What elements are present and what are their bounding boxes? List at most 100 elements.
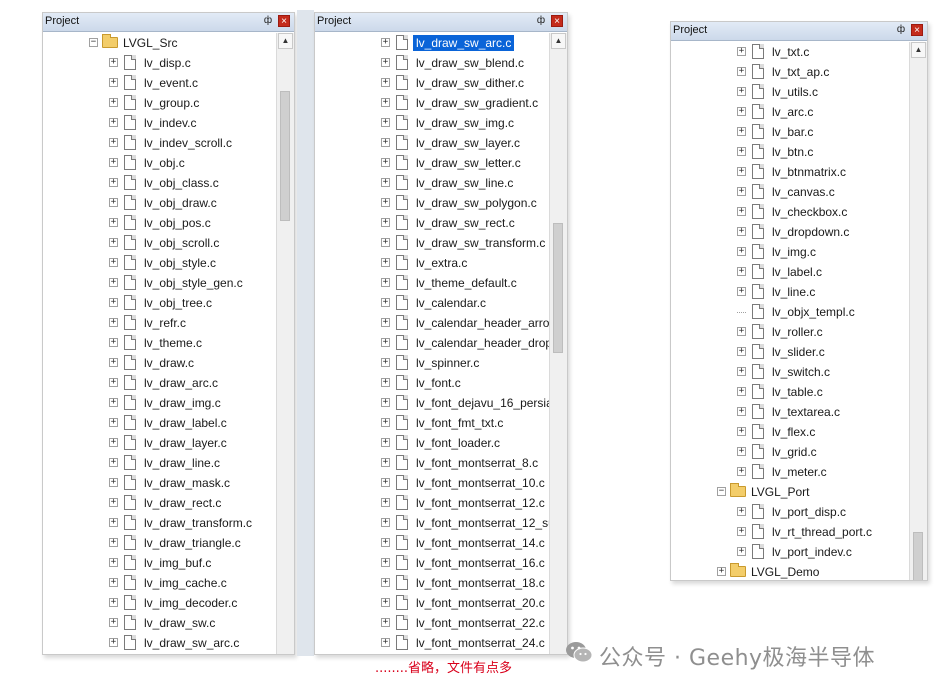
- tree-file[interactable]: + lv_theme_default.c: [315, 273, 549, 293]
- tree-file[interactable]: + lv_draw_sw_gradient.c: [315, 93, 549, 113]
- tree-item-label[interactable]: lv_port_indev.c: [772, 544, 852, 560]
- expand-icon[interactable]: +: [737, 327, 746, 336]
- tree-item-label[interactable]: lv_indev.c: [144, 115, 196, 131]
- tree-file[interactable]: + lv_img_decoder.c: [43, 593, 276, 613]
- tree-file[interactable]: + lv_table.c: [671, 382, 909, 402]
- expand-icon[interactable]: +: [737, 227, 746, 236]
- expand-icon[interactable]: +: [737, 167, 746, 176]
- tree-file[interactable]: + lv_roller.c: [671, 322, 909, 342]
- pin-icon[interactable]: ф: [262, 15, 274, 27]
- tree-item-label[interactable]: lv_textarea.c: [772, 404, 840, 420]
- tree-item-label[interactable]: lv_obj_draw.c: [144, 195, 217, 211]
- expand-icon[interactable]: +: [109, 458, 118, 467]
- tree-item-label[interactable]: lv_txt_ap.c: [772, 64, 829, 80]
- expand-icon[interactable]: +: [109, 138, 118, 147]
- tree-item-label[interactable]: lv_txt.c: [772, 44, 809, 60]
- expand-icon[interactable]: +: [109, 358, 118, 367]
- close-button[interactable]: ×: [911, 24, 923, 36]
- expand-icon[interactable]: +: [737, 107, 746, 116]
- tree-item-label[interactable]: lv_meter.c: [772, 464, 827, 480]
- expand-icon[interactable]: +: [381, 458, 390, 467]
- expand-icon[interactable]: +: [381, 498, 390, 507]
- expand-icon[interactable]: +: [737, 187, 746, 196]
- expand-icon[interactable]: +: [381, 518, 390, 527]
- expand-icon[interactable]: +: [109, 438, 118, 447]
- tree-item-label[interactable]: lv_font_montserrat_14.c: [416, 535, 545, 551]
- expand-icon[interactable]: +: [381, 38, 390, 47]
- expand-icon[interactable]: +: [109, 198, 118, 207]
- tree-file[interactable]: + lv_arc.c: [671, 102, 909, 122]
- expand-icon[interactable]: +: [737, 67, 746, 76]
- tree-file[interactable]: + lv_font_montserrat_10.c: [315, 473, 549, 493]
- scrollbar-thumb[interactable]: [280, 91, 290, 221]
- tree-item-label[interactable]: LVGL_Port: [751, 484, 809, 500]
- tree-file[interactable]: + lv_group.c: [43, 93, 276, 113]
- tree-file[interactable]: + lv_calendar_header_arrow.c: [315, 313, 567, 333]
- tree-item-label[interactable]: lv_canvas.c: [772, 184, 835, 200]
- close-button[interactable]: ×: [551, 15, 563, 27]
- tree-item-label[interactable]: lv_font_montserrat_20.c: [416, 595, 545, 611]
- expand-icon[interactable]: +: [381, 638, 390, 647]
- expand-icon[interactable]: +: [737, 387, 746, 396]
- tree-item-label[interactable]: lv_img_buf.c: [144, 555, 211, 571]
- tree-item-label[interactable]: lv_draw_transform.c: [144, 515, 252, 531]
- expand-icon[interactable]: +: [737, 547, 746, 556]
- tree-item-label[interactable]: lv_img_cache.c: [144, 575, 227, 591]
- tree-file[interactable]: + lv_draw_arc.c: [43, 373, 276, 393]
- tree-item-label[interactable]: lv_font_montserrat_8.c: [416, 455, 538, 471]
- tree-item-label[interactable]: lv_draw_arc.c: [144, 375, 218, 391]
- tree-item-label[interactable]: lv_draw_sw_dither.c: [416, 75, 524, 91]
- expand-icon[interactable]: +: [381, 598, 390, 607]
- tree-item-label[interactable]: lv_font_montserrat_22.c: [416, 615, 545, 631]
- tree-item-label[interactable]: lv_draw_label.c: [144, 415, 227, 431]
- tree-file[interactable]: + lv_font_montserrat_20.c: [315, 593, 549, 613]
- vertical-scrollbar[interactable]: ▲: [549, 33, 567, 654]
- tree-file[interactable]: + lv_draw_sw_line.c: [315, 173, 549, 193]
- tree-item-label[interactable]: lv_indev_scroll.c: [144, 135, 232, 151]
- expand-icon[interactable]: +: [381, 98, 390, 107]
- expand-icon[interactable]: +: [381, 58, 390, 67]
- tree-file[interactable]: + lv_utils.c: [671, 82, 909, 102]
- tree-file[interactable]: + lv_obj_style_gen.c: [43, 273, 276, 293]
- scroll-up-arrow-icon[interactable]: ▲: [551, 33, 566, 49]
- expand-icon[interactable]: +: [109, 238, 118, 247]
- expand-icon[interactable]: +: [737, 87, 746, 96]
- tree-item-label[interactable]: lv_draw_sw_layer.c: [416, 135, 520, 151]
- expand-icon[interactable]: +: [381, 118, 390, 127]
- tree-file[interactable]: + lv_obj_draw.c: [43, 193, 276, 213]
- tree-file[interactable]: + lv_spinner.c: [315, 353, 549, 373]
- expand-icon[interactable]: +: [109, 538, 118, 547]
- expand-icon[interactable]: +: [109, 278, 118, 287]
- tree-file[interactable]: + lv_switch.c: [671, 362, 909, 382]
- expand-icon[interactable]: +: [381, 178, 390, 187]
- tree-item-label[interactable]: lv_dropdown.c: [772, 224, 849, 240]
- tree-file[interactable]: + lv_draw_rect.c: [43, 493, 276, 513]
- tree-file[interactable]: + lv_draw_sw_arc.c: [315, 33, 549, 53]
- tree-file[interactable]: + lv_label.c: [671, 262, 909, 282]
- tree-item-label[interactable]: lv_port_disp.c: [772, 504, 846, 520]
- tree-file[interactable]: + lv_port_disp.c: [671, 502, 909, 522]
- tree-file[interactable]: + lv_draw_img.c: [43, 393, 276, 413]
- tree-item-label[interactable]: LVGL_Demo: [751, 564, 819, 580]
- tree-item-label[interactable]: lv_draw_sw_letter.c: [416, 155, 521, 171]
- tree-item-label[interactable]: lv_draw_sw_img.c: [416, 115, 514, 131]
- tree-item-label[interactable]: lv_font_montserrat_16.c: [416, 555, 545, 571]
- tree-file[interactable]: + lv_font_montserrat_12_subpx.c: [315, 513, 567, 533]
- tree-item-label[interactable]: lv_font_montserrat_10.c: [416, 475, 545, 491]
- expand-icon[interactable]: +: [381, 158, 390, 167]
- close-button[interactable]: ×: [278, 15, 290, 27]
- expand-icon[interactable]: +: [737, 467, 746, 476]
- tree-folder[interactable]: − LVGL_Src: [43, 33, 276, 53]
- tree-file[interactable]: + lv_draw_sw_polygon.c: [315, 193, 549, 213]
- tree-item-label[interactable]: lv_obj_style.c: [144, 255, 216, 271]
- expand-icon[interactable]: +: [381, 538, 390, 547]
- expand-icon[interactable]: +: [109, 558, 118, 567]
- tree-item-label[interactable]: lv_utils.c: [772, 84, 818, 100]
- tree-item-label[interactable]: lv_draw_sw_transform.c: [416, 235, 545, 251]
- tree-file[interactable]: + lv_draw_mask.c: [43, 473, 276, 493]
- tree-file[interactable]: + lv_bar.c: [671, 122, 909, 142]
- tree-file[interactable]: + lv_draw_sw_arc.c: [43, 633, 276, 653]
- expand-icon[interactable]: +: [381, 418, 390, 427]
- tree-item-label[interactable]: lv_img.c: [772, 244, 816, 260]
- tree-item-label[interactable]: lv_font_loader.c: [416, 435, 500, 451]
